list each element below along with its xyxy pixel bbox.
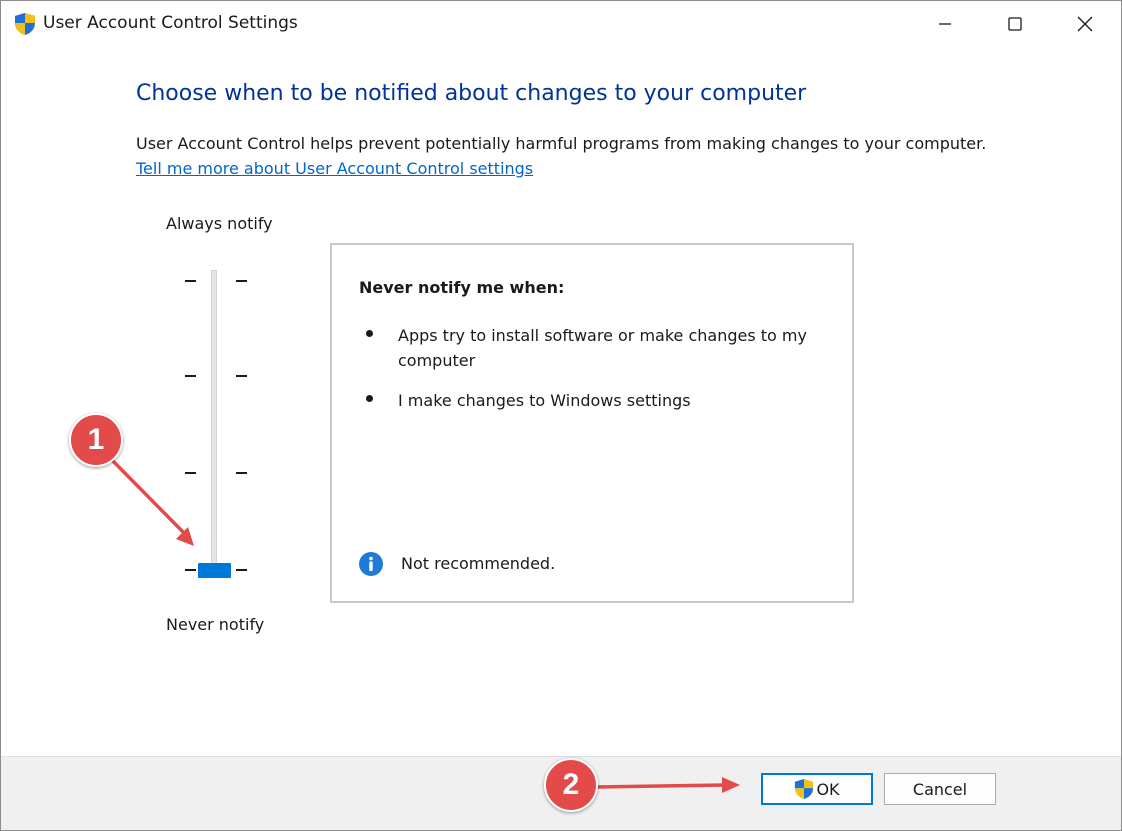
- bullet-text: Apps try to install software or make cha…: [398, 326, 807, 370]
- slider-tick: [236, 375, 247, 377]
- uac-shield-icon: [15, 13, 35, 35]
- info-icon: [359, 552, 383, 576]
- minimize-icon: [939, 23, 951, 25]
- ok-label: OK: [816, 779, 840, 799]
- slider-tick: [236, 569, 247, 571]
- bullet-list: Apps try to install software or make cha…: [364, 323, 834, 428]
- recommendation-text: Not recommended.: [401, 554, 556, 573]
- slider-tick: [236, 472, 247, 474]
- title-bar[interactable]: User Account Control Settings: [1, 1, 1121, 47]
- uac-settings-window: User Account Control Settings Choose whe…: [0, 0, 1122, 831]
- page-heading: Choose when to be notified about changes…: [136, 81, 807, 106]
- slider-bottom-label: Never notify: [166, 615, 265, 634]
- slider-tick: [185, 280, 196, 282]
- close-button[interactable]: [1050, 1, 1120, 47]
- minimize-button[interactable]: [910, 1, 980, 47]
- annotation-badge-1: 1: [69, 413, 123, 467]
- description-text: User Account Control helps prevent poten…: [136, 134, 987, 153]
- ok-button[interactable]: OK: [761, 773, 873, 805]
- slider-tick: [236, 280, 247, 282]
- notification-level-slider[interactable]: [181, 267, 251, 583]
- maximize-icon: [1008, 17, 1022, 31]
- slider-tick: [185, 569, 196, 571]
- cancel-button[interactable]: Cancel: [884, 773, 996, 805]
- window-title: User Account Control Settings: [43, 13, 298, 33]
- uac-shield-icon: [795, 779, 814, 799]
- maximize-button[interactable]: [980, 1, 1050, 47]
- list-item: Apps try to install software or make cha…: [364, 323, 834, 373]
- slider-tick: [185, 472, 196, 474]
- bullet-icon: [366, 395, 373, 402]
- slider-top-label: Always notify: [166, 214, 273, 233]
- slider-tick: [185, 375, 196, 377]
- learn-more-link[interactable]: Tell me more about User Account Control …: [136, 159, 533, 178]
- annotation-badge-2: 2: [544, 758, 598, 812]
- close-icon: [1077, 16, 1093, 32]
- slider-thumb[interactable]: [198, 563, 231, 578]
- panel-title: Never notify me when:: [359, 278, 565, 297]
- bullet-icon: [366, 330, 373, 337]
- slider-track[interactable]: [211, 270, 217, 578]
- level-description-panel: Never notify me when: Apps try to instal…: [330, 243, 854, 603]
- bullet-text: I make changes to Windows settings: [398, 391, 691, 410]
- list-item: I make changes to Windows settings: [364, 388, 834, 413]
